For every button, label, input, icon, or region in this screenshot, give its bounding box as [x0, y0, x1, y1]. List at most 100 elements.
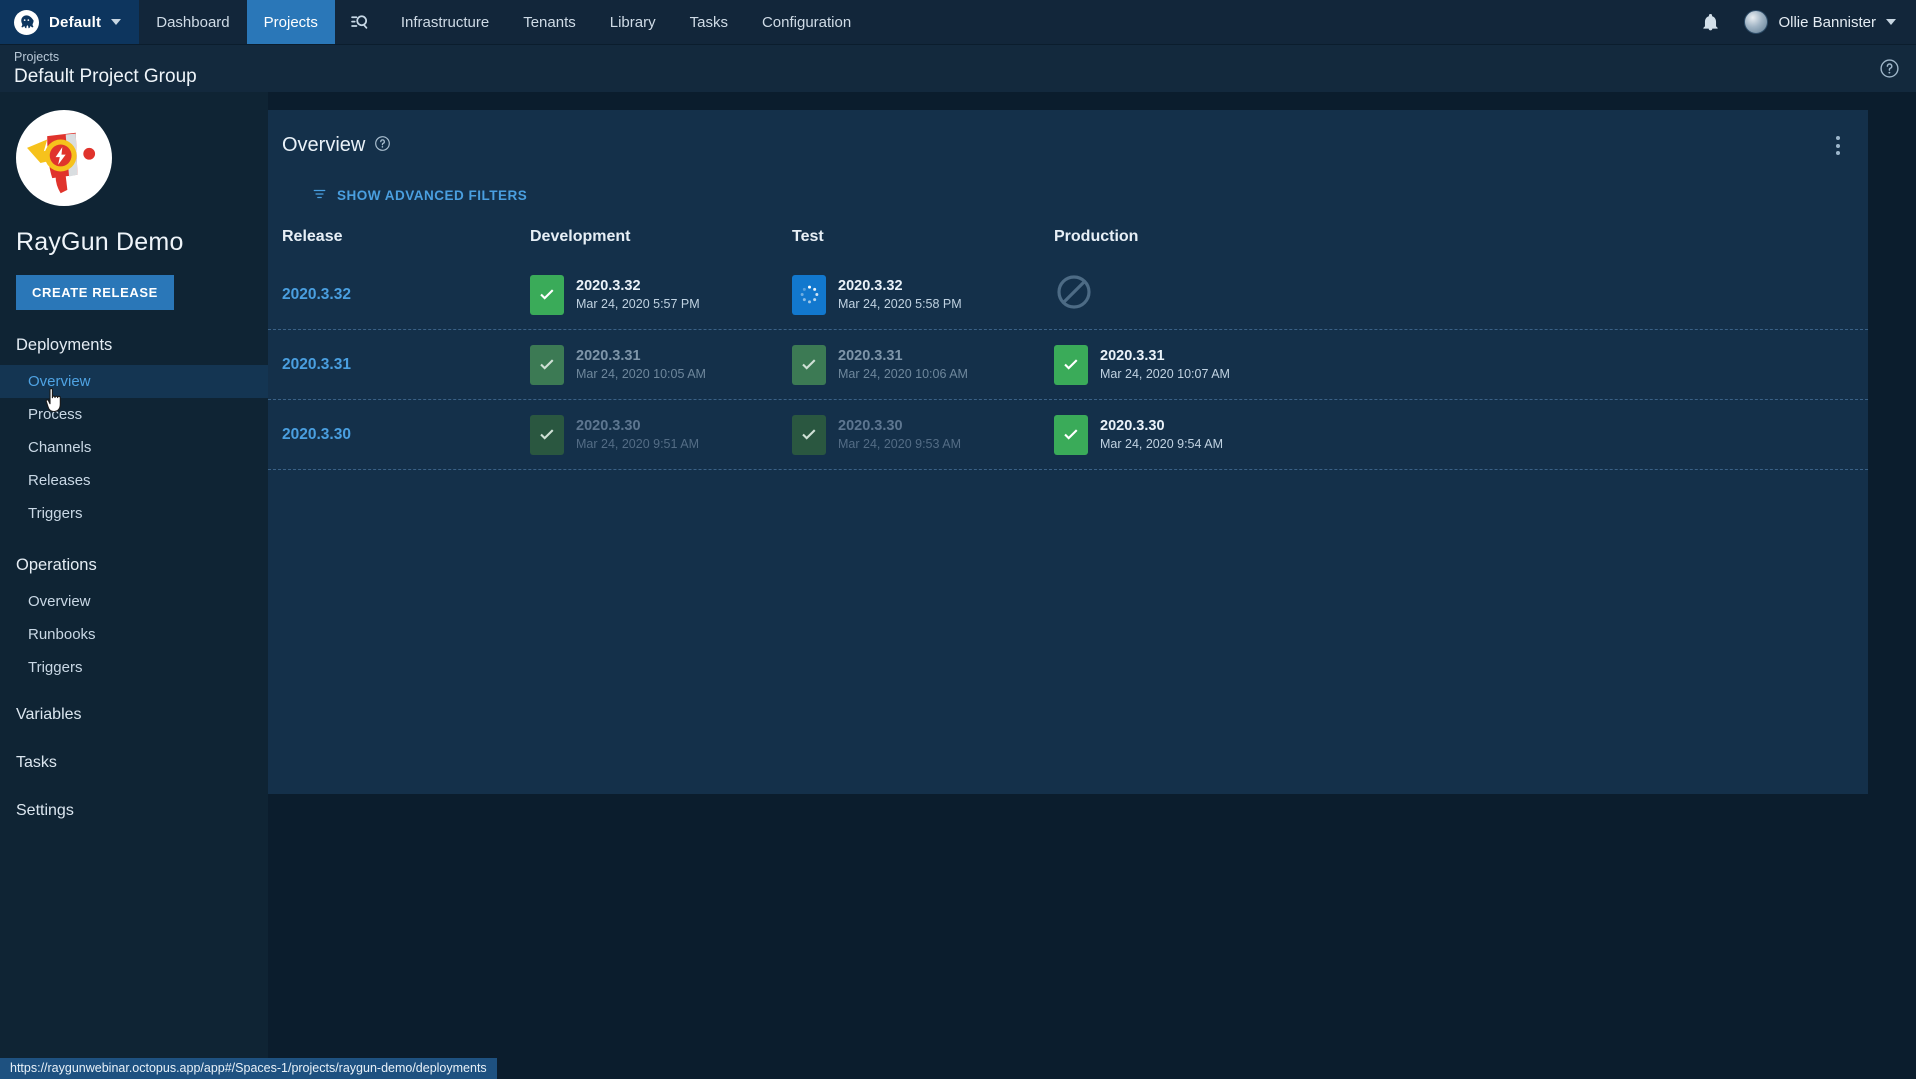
sidebar-item-releases[interactable]: Releases: [0, 464, 268, 497]
nav-tenants[interactable]: Tenants: [506, 0, 593, 44]
spinner-icon: [792, 274, 826, 315]
deployment-entry: 2020.3.31 Mar 24, 2020 10:07 AM: [1054, 344, 1316, 385]
nav-projects[interactable]: Projects: [246, 0, 335, 44]
deployment-entry: 2020.3.31 Mar 24, 2020 10:06 AM: [792, 344, 1054, 385]
sidebar-item-operations-overview[interactable]: Overview: [0, 585, 268, 618]
create-release-button[interactable]: CREATE RELEASE: [16, 275, 174, 310]
release-cell: 2020.3.32: [268, 286, 530, 304]
nav-library[interactable]: Library: [593, 0, 673, 44]
sidebar: RayGun Demo CREATE RELEASE Deployments O…: [0, 92, 268, 1079]
deployment-version: 2020.3.32: [576, 278, 641, 294]
nav-dashboard[interactable]: Dashboard: [139, 0, 246, 44]
space-selector[interactable]: Default: [0, 0, 140, 44]
release-link[interactable]: 2020.3.32: [282, 286, 351, 303]
deployment-entry: 2020.3.30 Mar 24, 2020 9:54 AM: [1054, 414, 1316, 455]
breadcrumb-projects[interactable]: Projects: [14, 49, 197, 65]
sidebar-item-channels[interactable]: Channels: [0, 431, 268, 464]
deployment-entry: 2020.3.30 Mar 24, 2020 9:53 AM: [792, 414, 1054, 455]
show-advanced-filters-label: SHOW ADVANCED FILTERS: [337, 188, 528, 203]
sidebar-item-tasks[interactable]: Tasks: [0, 746, 268, 780]
panel-title: Overview: [282, 134, 366, 156]
sidebar-item-process[interactable]: Process: [0, 398, 268, 431]
deployment-text: 2020.3.32 Mar 24, 2020 5:58 PM: [838, 278, 962, 311]
chevron-down-icon: [111, 19, 122, 25]
check-icon: [530, 274, 564, 315]
top-navigation-bar: Default Dashboard Projects Infrastructur…: [0, 0, 1916, 45]
project-name: RayGun Demo: [16, 228, 184, 256]
deployment-cell-test[interactable]: 2020.3.32 Mar 24, 2020 5:58 PM: [792, 274, 1054, 315]
check-icon: [1054, 344, 1088, 385]
deployment-version: 2020.3.32: [838, 278, 903, 294]
deployment-version: 2020.3.30: [1100, 418, 1165, 434]
avatar: [1744, 10, 1769, 34]
help-circle-icon[interactable]: [374, 135, 391, 157]
nav-infrastructure[interactable]: Infrastructure: [384, 0, 506, 44]
user-menu[interactable]: Ollie Bannister: [1734, 0, 1902, 45]
deployment-cell-development[interactable]: 2020.3.31 Mar 24, 2020 10:05 AM: [530, 344, 792, 385]
page-header: Projects Default Project Group: [0, 45, 1916, 92]
deployment-version: 2020.3.30: [576, 418, 641, 434]
deployment-cell-production[interactable]: [1054, 272, 1316, 317]
search-icon[interactable]: [335, 0, 384, 44]
page-title: Default Project Group: [14, 66, 197, 87]
sidebar-item-operations-triggers[interactable]: Triggers: [0, 651, 268, 684]
deployments-dashboard-table: Release Development Test Production 2020…: [268, 206, 1868, 470]
deployment-time: Mar 24, 2020 5:58 PM: [838, 297, 962, 311]
octopus-logo-icon: [14, 9, 39, 35]
column-header-development: Development: [530, 228, 631, 245]
deployment-text: 2020.3.31 Mar 24, 2020 10:05 AM: [576, 348, 706, 381]
sidebar-item-variables[interactable]: Variables: [0, 698, 268, 732]
bell-icon[interactable]: [1690, 0, 1730, 45]
main-content: Overview SHOW ADVANCED FILTERS Release D…: [268, 92, 1916, 1079]
deployment-version: 2020.3.31: [838, 348, 903, 364]
column-header-production: Production: [1054, 228, 1139, 245]
app-shell: RayGun Demo CREATE RELEASE Deployments O…: [0, 92, 1916, 1079]
project-logo-wrapper: [0, 110, 268, 206]
chevron-down-icon: [1886, 19, 1896, 25]
primary-nav-items: Dashboard Projects Infrastructure Tenant…: [139, 0, 868, 44]
deployment-cell-production[interactable]: 2020.3.31 Mar 24, 2020 10:07 AM: [1054, 344, 1316, 385]
table-header-row: Release Development Test Production: [268, 228, 1868, 260]
check-icon: [530, 344, 564, 385]
deployment-entry: 2020.3.32 Mar 24, 2020 5:57 PM: [530, 274, 792, 315]
help-circle-icon[interactable]: [1879, 58, 1900, 84]
release-link[interactable]: 2020.3.30: [282, 426, 351, 443]
sidebar-item-settings[interactable]: Settings: [0, 794, 268, 828]
release-link[interactable]: 2020.3.31: [282, 356, 351, 373]
blocked-icon: [1054, 275, 1094, 316]
sidebar-item-deployments-overview[interactable]: Overview: [0, 365, 268, 398]
deployment-version: 2020.3.30: [838, 418, 903, 434]
deployment-entry: 2020.3.32 Mar 24, 2020 5:58 PM: [792, 274, 1054, 315]
show-advanced-filters-button[interactable]: SHOW ADVANCED FILTERS: [312, 187, 527, 204]
user-name: Ollie Bannister: [1778, 13, 1876, 31]
release-cell: 2020.3.31: [268, 356, 530, 374]
deployment-time: Mar 24, 2020 9:54 AM: [1100, 437, 1223, 451]
table-row: 2020.3.31 2020.3.31 Mar 24, 2020 10:05 A…: [268, 330, 1868, 400]
kebab-dot: [1836, 143, 1840, 148]
table-row: 2020.3.32 2020.3.32 Mar 24, 2020 5:57 PM: [268, 260, 1868, 330]
check-icon: [1054, 414, 1088, 455]
deployment-cell-development[interactable]: 2020.3.32 Mar 24, 2020 5:57 PM: [530, 274, 792, 315]
deployment-version: 2020.3.31: [576, 348, 641, 364]
deployment-cell-development[interactable]: 2020.3.30 Mar 24, 2020 9:51 AM: [530, 414, 792, 455]
deployment-time: Mar 24, 2020 10:07 AM: [1100, 367, 1230, 381]
sidebar-item-deployment-triggers[interactable]: Triggers: [0, 497, 268, 530]
deployment-text: 2020.3.30 Mar 24, 2020 9:53 AM: [838, 418, 961, 451]
deployment-cell-test[interactable]: 2020.3.31 Mar 24, 2020 10:06 AM: [792, 344, 1054, 385]
nav-tasks[interactable]: Tasks: [673, 0, 745, 44]
deployment-text: 2020.3.31 Mar 24, 2020 10:07 AM: [1100, 348, 1230, 381]
more-vertical-icon[interactable]: [1830, 130, 1846, 161]
nav-right-cluster: Ollie Bannister: [1690, 0, 1916, 44]
deployment-version: 2020.3.31: [1100, 348, 1165, 364]
sidebar-item-runbooks[interactable]: Runbooks: [0, 618, 268, 651]
deployment-time: Mar 24, 2020 9:53 AM: [838, 437, 961, 451]
deployment-cell-production[interactable]: 2020.3.30 Mar 24, 2020 9:54 AM: [1054, 414, 1316, 455]
deployment-text: 2020.3.30 Mar 24, 2020 9:54 AM: [1100, 418, 1223, 451]
deployment-cell-test[interactable]: 2020.3.30 Mar 24, 2020 9:53 AM: [792, 414, 1054, 455]
sidebar-group-operations: Operations: [16, 556, 97, 574]
release-cell: 2020.3.30: [268, 426, 530, 444]
nav-configuration[interactable]: Configuration: [745, 0, 868, 44]
